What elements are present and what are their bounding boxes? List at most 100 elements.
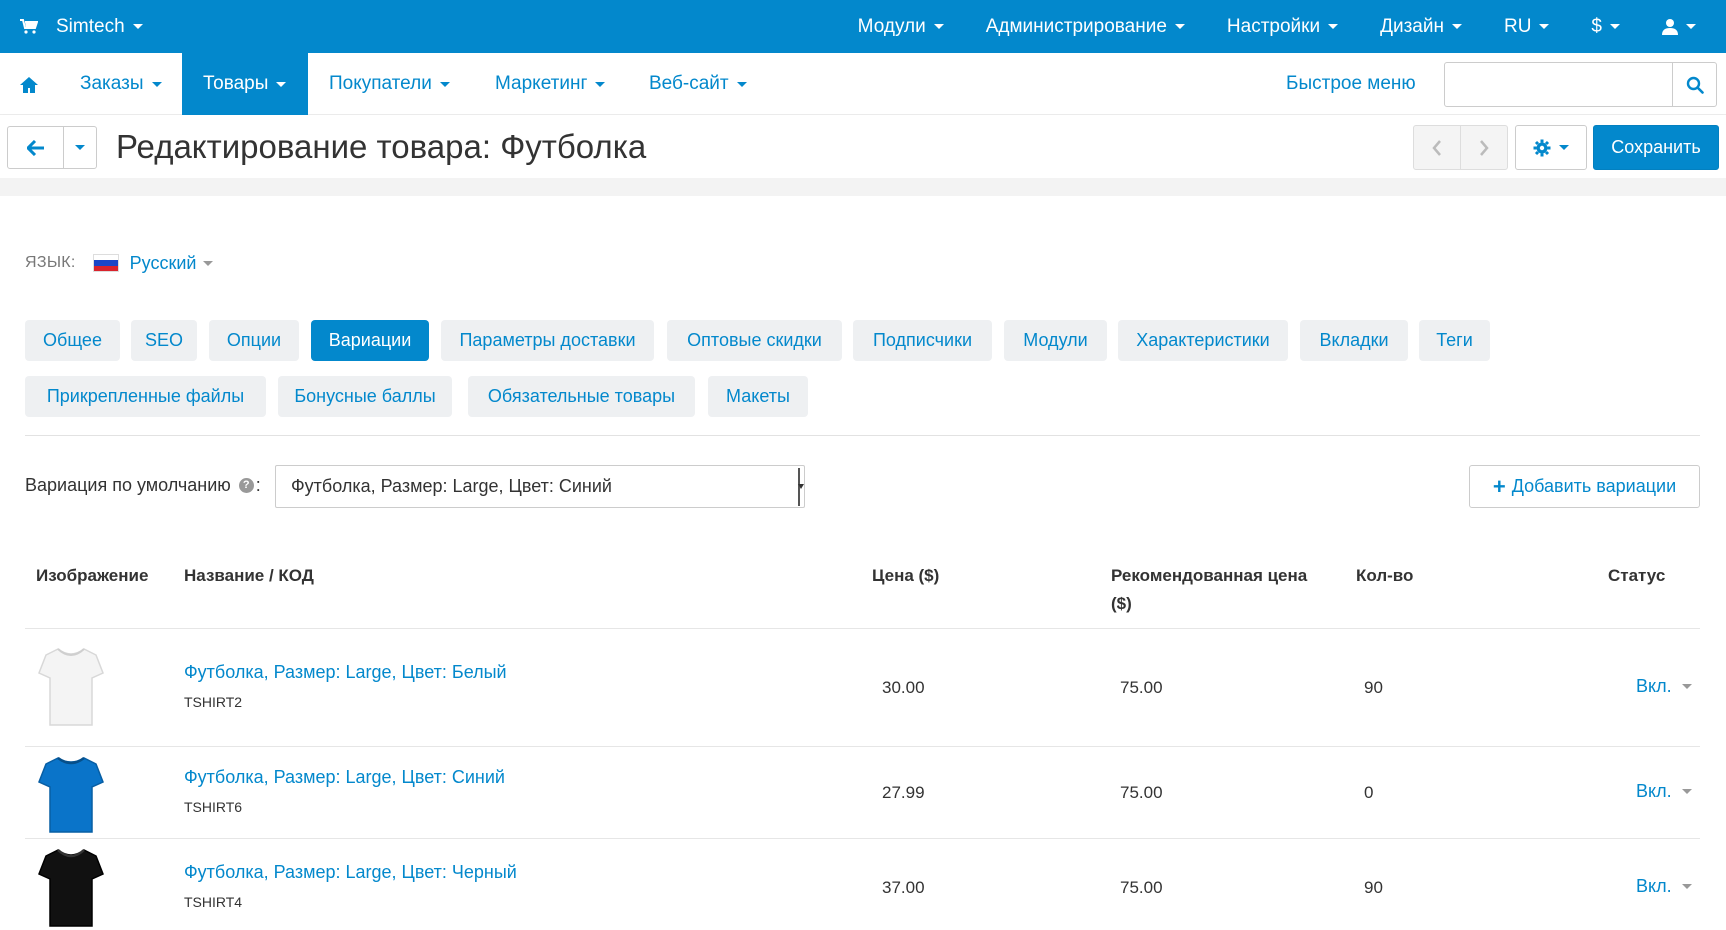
- nav-tab-orders[interactable]: Заказы: [59, 53, 183, 115]
- chevron-down-icon: [1539, 24, 1550, 29]
- main-nav: Заказы Товары Покупатели Маркетинг Веб-с…: [0, 53, 1726, 115]
- search-button[interactable]: [1672, 63, 1716, 106]
- list-price-cell[interactable]: 75.00: [1120, 878, 1163, 898]
- page-title: Редактирование товара: Футболка: [116, 127, 647, 165]
- product-thumbnail-blue-tshirt[interactable]: [36, 752, 106, 836]
- variation-name-link[interactable]: Футболка, Размер: Large, Цвет: Синий: [184, 767, 505, 788]
- tab-reward-points[interactable]: Бонусные баллы: [278, 376, 452, 417]
- header-name: Название / КОД: [184, 566, 314, 585]
- add-variations-button[interactable]: + Добавить вариации: [1469, 465, 1700, 508]
- product-pager: [1413, 125, 1508, 170]
- top-menu: Модули Администрирование Настройки Дизай…: [816, 0, 1696, 53]
- header-price: Цена ($): [872, 566, 940, 585]
- brand-name: Simtech: [56, 15, 125, 37]
- chevron-down-icon: [1686, 24, 1696, 29]
- tab-features[interactable]: Характеристики: [1118, 320, 1288, 361]
- top-menu-language[interactable]: RU: [1504, 16, 1550, 38]
- label-colon: :: [255, 474, 261, 495]
- header-image: Изображение: [36, 566, 149, 585]
- status-dropdown[interactable]: Вкл.: [1636, 676, 1692, 697]
- help-icon[interactable]: ?: [238, 477, 254, 493]
- tab-tags[interactable]: Теги: [1419, 320, 1490, 361]
- back-dropdown-button[interactable]: [64, 145, 96, 150]
- price-cell[interactable]: 27.99: [882, 783, 925, 803]
- top-menu-currency[interactable]: $: [1591, 16, 1620, 38]
- status-dropdown[interactable]: Вкл.: [1636, 876, 1692, 897]
- tab-tabs[interactable]: Вкладки: [1300, 320, 1408, 361]
- settings-dropdown-button[interactable]: [1515, 125, 1587, 170]
- variation-name-link[interactable]: Футболка, Размер: Large, Цвет: Белый: [184, 662, 507, 683]
- search-input[interactable]: [1445, 63, 1672, 106]
- price-cell[interactable]: 37.00: [882, 878, 925, 898]
- list-price-cell[interactable]: 75.00: [1120, 678, 1163, 698]
- tab-required-products[interactable]: Обязательные товары: [468, 376, 695, 417]
- next-product-button[interactable]: [1461, 126, 1507, 169]
- chevron-down-icon: [1681, 884, 1692, 889]
- product-thumbnail-black-tshirt[interactable]: [36, 846, 106, 930]
- list-price-cell[interactable]: 75.00: [1120, 783, 1163, 803]
- nav-tab-marketing[interactable]: Маркетинг: [474, 53, 626, 115]
- tab-variations[interactable]: Вариации: [311, 320, 429, 361]
- table-header-border: [25, 628, 1700, 629]
- language-selector: ЯЗЫК: Русский: [25, 252, 214, 274]
- plus-icon: +: [1492, 473, 1506, 499]
- top-menu-user[interactable]: [1662, 18, 1696, 35]
- user-icon: [1662, 19, 1678, 35]
- price-cell[interactable]: 30.00: [882, 678, 925, 698]
- search-icon: [1686, 76, 1704, 94]
- header-status: Статус: [1608, 566, 1666, 585]
- section-divider: [25, 435, 1700, 436]
- arrow-left-icon: [26, 139, 44, 156]
- chevron-right-icon: [1480, 139, 1489, 156]
- nav-tab-products[interactable]: Товары: [182, 53, 308, 115]
- chevron-down-icon: [203, 260, 214, 266]
- row-divider: [25, 838, 1700, 839]
- nav-tab-website[interactable]: Веб-сайт: [628, 53, 768, 115]
- chevron-down-icon: [132, 24, 143, 29]
- tab-seo[interactable]: SEO: [131, 320, 197, 361]
- top-menu-administration[interactable]: Администрирование: [986, 16, 1185, 38]
- variation-code: TSHIRT6: [184, 799, 243, 815]
- tab-layouts[interactable]: Макеты: [708, 376, 808, 417]
- tab-general[interactable]: Общее: [25, 320, 120, 361]
- home-icon: [20, 76, 38, 93]
- top-menu-settings[interactable]: Настройки: [1227, 16, 1339, 38]
- top-menu-modules[interactable]: Модули: [858, 16, 944, 38]
- tab-attachments[interactable]: Прикрепленные файлы: [25, 376, 266, 417]
- variation-name-link[interactable]: Футболка, Размер: Large, Цвет: Черный: [184, 862, 517, 883]
- header-list-price: Рекомендованная цена ($): [1111, 566, 1308, 613]
- language-dropdown[interactable]: Русский: [130, 253, 197, 274]
- status-dropdown[interactable]: Вкл.: [1636, 781, 1692, 802]
- chevron-down-icon: [439, 81, 450, 87]
- tab-subscribers[interactable]: Подписчики: [853, 320, 992, 361]
- top-menu-design[interactable]: Дизайн: [1380, 16, 1462, 38]
- quantity-cell[interactable]: 90: [1364, 678, 1383, 698]
- quantity-cell[interactable]: 0: [1364, 783, 1373, 803]
- tab-options[interactable]: Опции: [209, 320, 299, 361]
- home-button[interactable]: [0, 53, 58, 115]
- chevron-down-icon: [1610, 24, 1620, 29]
- product-thumbnail-white-tshirt[interactable]: [36, 645, 106, 729]
- prev-product-button[interactable]: [1414, 126, 1461, 169]
- chevron-down-icon: [276, 81, 287, 87]
- header-quantity: Кол-во: [1356, 566, 1414, 585]
- brand-menu[interactable]: Simtech: [20, 0, 143, 53]
- quantity-cell[interactable]: 90: [1364, 878, 1383, 898]
- cart-icon: [20, 18, 38, 34]
- row-divider: [25, 746, 1700, 747]
- tab-wholesale[interactable]: Оптовые скидки: [667, 320, 842, 361]
- title-bar: Редактирование товара: Футболка Сохранит…: [0, 115, 1726, 178]
- tab-modules[interactable]: Модули: [1004, 320, 1107, 361]
- default-variation-select[interactable]: Футболка, Размер: Large, Цвет: Синий: [275, 465, 805, 508]
- chevron-down-icon: [736, 81, 747, 87]
- search-box: [1444, 62, 1717, 107]
- back-button[interactable]: [8, 127, 64, 168]
- chevron-down-icon: [75, 145, 85, 150]
- nav-tab-customers[interactable]: Покупатели: [308, 53, 471, 115]
- gear-icon: [1533, 139, 1551, 156]
- quick-menu-link[interactable]: Быстрое меню: [1286, 53, 1416, 115]
- chevron-down-icon: [1328, 24, 1339, 29]
- chevron-down-icon: [1174, 24, 1185, 29]
- save-button[interactable]: Сохранить: [1593, 125, 1719, 170]
- tab-shipping[interactable]: Параметры доставки: [441, 320, 654, 361]
